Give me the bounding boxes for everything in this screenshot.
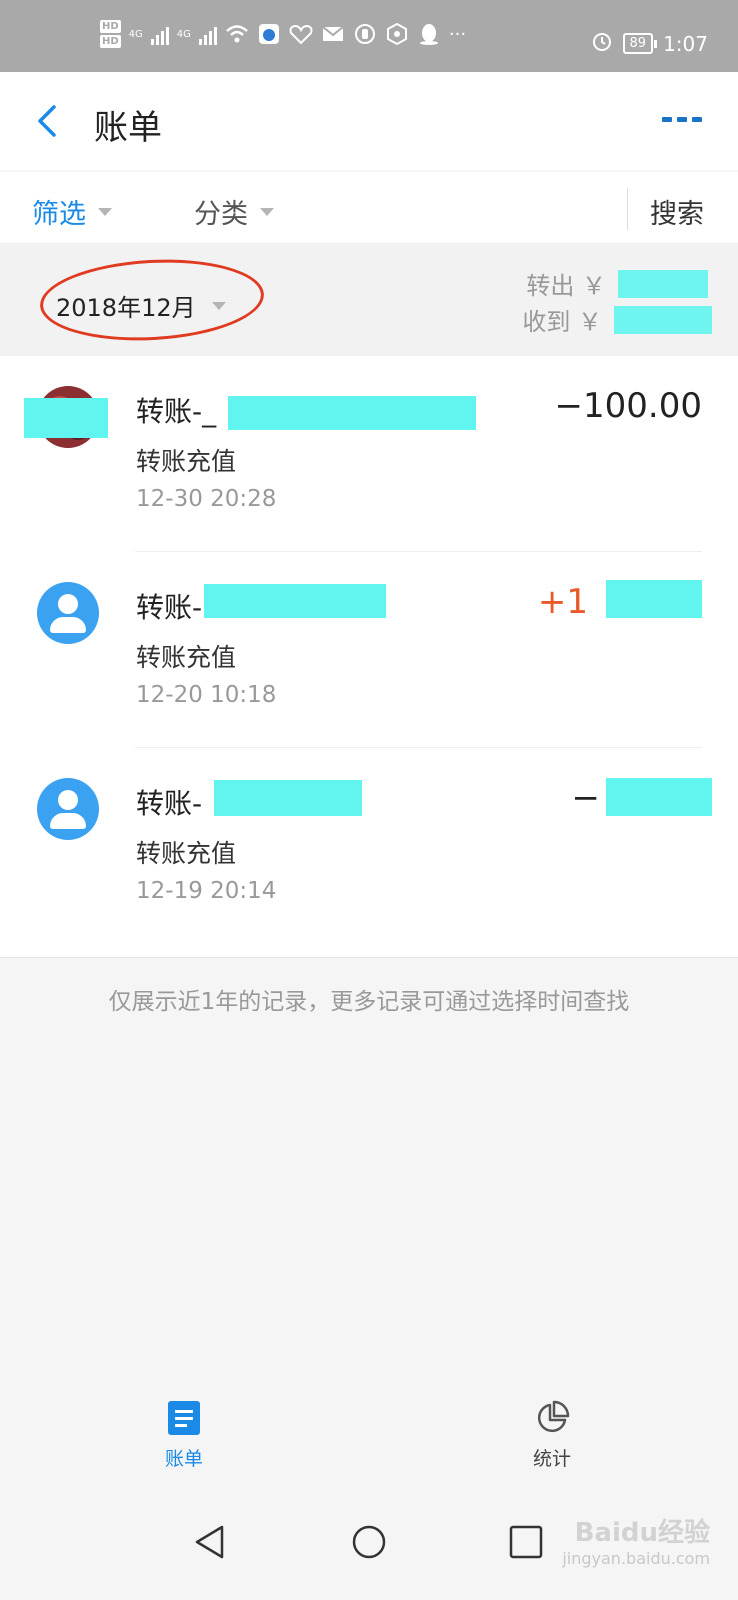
more-options-icon[interactable] [662, 117, 702, 122]
transaction-row[interactable]: 转账- 转账充值 12-19 20:14 − [0, 748, 738, 944]
redacted-avatar [24, 398, 108, 438]
transaction-time: 12-20 10:18 [136, 682, 277, 708]
hd-voice-indicator: HD HD [100, 20, 121, 48]
filter-label: 筛选 [32, 199, 86, 230]
month-selector[interactable]: 2018年12月 [56, 288, 226, 323]
pie-chart-icon [537, 1400, 570, 1433]
month-label: 2018年12月 [56, 294, 196, 322]
back-arrow-icon[interactable] [34, 104, 62, 138]
transaction-title: 转账-_ [136, 395, 217, 428]
tab-label: 统计 [532, 1448, 571, 1470]
default-user-avatar-icon [37, 778, 99, 840]
caret-down-icon [98, 207, 112, 216]
transaction-row[interactable]: 转账-_ 转账充值 12-30 20:28 −100.00 [0, 356, 738, 552]
filter-bar: 筛选 分类 搜索 [0, 172, 738, 244]
mail-icon [321, 23, 345, 45]
nav-home-icon[interactable] [351, 1524, 387, 1560]
caret-down-icon [260, 207, 274, 216]
transaction-type: 转账充值 [136, 839, 237, 868]
transaction-title: 转账- [136, 591, 203, 624]
bill-icon [168, 1401, 200, 1435]
transaction-time: 12-19 20:14 [136, 878, 277, 904]
redacted-name [214, 780, 362, 816]
total-out-label: 转出 ￥ [526, 272, 606, 300]
total-in-label: 收到 ￥ [522, 308, 602, 336]
category-dropdown[interactable]: 分类 [194, 192, 274, 231]
bottom-tab-bar: 账单 统计 [0, 1386, 738, 1482]
battery-indicator: 89 [622, 33, 657, 54]
transaction-amount: − [571, 778, 601, 818]
filter-dropdown[interactable]: 筛选 [32, 192, 112, 231]
hd-label-2: HD [100, 35, 121, 48]
transaction-type: 转账充值 [136, 447, 237, 476]
heart-rate-icon [289, 23, 313, 45]
redacted-name [204, 584, 386, 618]
nav-recents-icon[interactable] [508, 1524, 544, 1560]
watermark-brand: Baidu经验 [574, 1518, 710, 1548]
transaction-amount: −100.00 [554, 386, 702, 426]
divider [627, 188, 628, 230]
network-type-1: 4G [128, 28, 143, 40]
category-label: 分类 [194, 199, 248, 230]
qq-icon [417, 23, 441, 45]
more-notifications-icon: ··· [448, 23, 467, 45]
redacted-name [228, 396, 476, 430]
transaction-time: 12-30 20:28 [136, 486, 277, 512]
redacted-amount [606, 580, 702, 618]
signal-icon-1 [150, 23, 169, 45]
total-in-row: 收到 ￥ [522, 302, 712, 337]
history-note: 仅展示近1年的记录，更多记录可通过选择时间查找 [108, 989, 630, 1015]
watermark-url: jingyan.baidu.com [562, 1549, 710, 1568]
transaction-title: 转账- [136, 787, 203, 820]
signal-icon-2 [198, 23, 217, 45]
tab-label: 账单 [164, 1448, 203, 1470]
baidu-watermark: Baidu经验 jingyan.baidu.com [562, 1512, 710, 1568]
nav-back-icon[interactable] [192, 1524, 228, 1560]
app-notification-icon [257, 23, 281, 45]
redacted-amount [618, 269, 708, 298]
default-user-avatar-icon [37, 582, 99, 644]
transaction-type: 转账充值 [136, 643, 237, 672]
month-summary-bar: 2018年12月 转出 ￥ 收到 ￥ [0, 244, 738, 356]
hand-icon [353, 23, 377, 45]
wifi-icon [225, 23, 249, 45]
redacted-amount [614, 305, 712, 334]
app-header: 账单 [0, 72, 738, 170]
tab-statistics[interactable]: 统计 [512, 1400, 592, 1471]
status-bar: HD HD 4G 4G ··· 89 1:07 [0, 0, 738, 72]
total-out-row: 转出 ￥ [526, 266, 708, 301]
alarm-icon [591, 30, 613, 57]
page-title: 账单 [94, 108, 162, 148]
network-type-2: 4G [176, 28, 191, 40]
redacted-amount [606, 778, 712, 816]
transaction-list: 转账-_ 转账充值 12-30 20:28 −100.00 转账- 转账充值 1… [0, 356, 738, 958]
hexagon-app-icon [385, 23, 409, 45]
search-button[interactable]: 搜索 [650, 192, 704, 231]
search-label: 搜索 [650, 199, 704, 230]
clock-time: 1:07 [663, 31, 708, 56]
tab-bill[interactable]: 账单 [144, 1400, 224, 1471]
caret-down-icon [211, 301, 226, 310]
hd-label-1: HD [100, 20, 121, 33]
transaction-amount: +1 [537, 582, 588, 622]
transaction-row[interactable]: 转账- 转账充值 12-20 10:18 +1 [0, 552, 738, 748]
